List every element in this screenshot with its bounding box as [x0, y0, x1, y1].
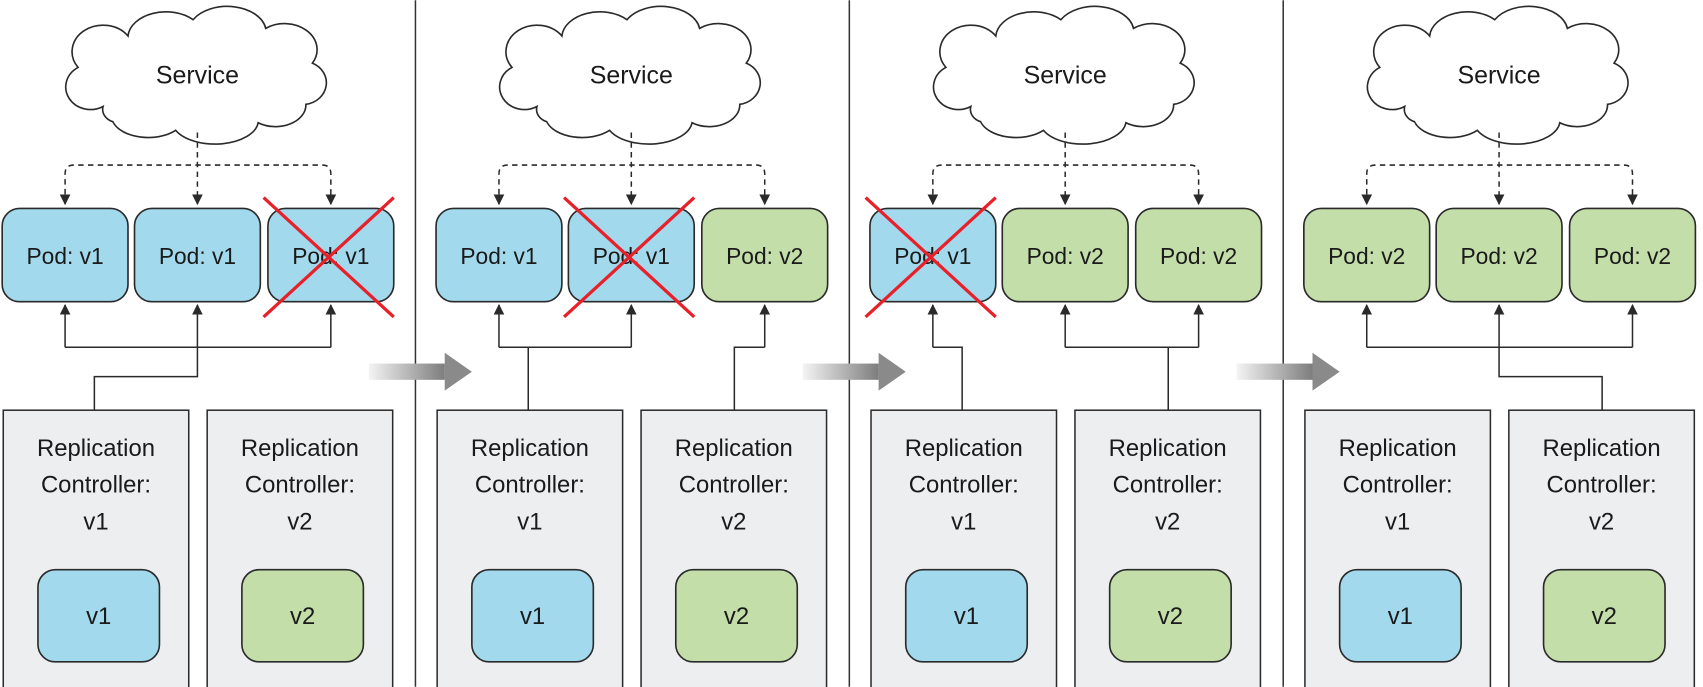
controller-title-line: v2 [721, 509, 746, 536]
pod: Pod: v2 [1001, 207, 1129, 303]
controller-link [1361, 303, 1638, 411]
controller-title-line: v2 [287, 509, 312, 536]
pod: Pod: v2 [700, 207, 829, 303]
link-line [733, 346, 765, 411]
controller-title-line: Replication [1543, 435, 1661, 462]
service-cloud: Service [498, 5, 762, 145]
controller-link [59, 303, 337, 411]
transition-arrow-head [878, 352, 906, 391]
controller-title-line: Replication [675, 435, 793, 462]
pod: Pod: v1 [133, 207, 262, 303]
controller-title-line: Controller: [909, 472, 1019, 499]
transition-arrow-shaft [1236, 363, 1313, 380]
panel-3: Service Pod: v1 Pod: v2 Pod: v2 Replication C… [802, 0, 1263, 687]
pod-template-label: v1 [1388, 603, 1413, 630]
pod-template-label: v2 [1592, 603, 1617, 630]
pod: Pod: v2 [1134, 207, 1263, 303]
transition-arrow-head [1312, 352, 1340, 391]
pod-label: Pod: v2 [1328, 243, 1405, 269]
pod-label: Pod: v1 [159, 243, 236, 269]
replication-controller-v1: Replication Controller: v1 v1 [2, 409, 190, 687]
service-cloud: Service [64, 5, 328, 145]
controller-title-line: Controller: [245, 472, 355, 499]
controller-title-line: v1 [951, 509, 976, 536]
service-label: Service [156, 62, 239, 90]
transition-arrow-icon [802, 352, 906, 391]
rolling-update-diagram: Service Pod: v1 Pod: v1 Pod: v1 Replication C… [1, 0, 1697, 687]
pod-label: Pod: v2 [1160, 243, 1237, 269]
controller-title-line: Controller: [475, 472, 585, 499]
controller-title-line: Controller: [1547, 472, 1657, 499]
pod-label: Pod: v2 [1594, 243, 1671, 269]
panel-1: Service Pod: v1 Pod: v1 Pod: v1 Replication C… [1, 5, 395, 687]
controller-title-line: Replication [1109, 435, 1227, 462]
panel-4: Service Pod: v2 Pod: v2 Pod: v2 Replication C… [1236, 0, 1697, 687]
service-label: Service [590, 62, 673, 90]
link-line [932, 346, 963, 411]
replication-controller-v1: Replication Controller: v1 v1 [1304, 409, 1492, 687]
replication-controller-v1: Replication Controller: v1 v1 [436, 409, 624, 687]
controller-link [927, 303, 963, 411]
controller-title-line: Replication [1339, 435, 1457, 462]
service-cloud: Service [932, 5, 1195, 145]
transition-arrow-shaft [368, 363, 445, 380]
pod-label: Pod: v2 [1460, 243, 1537, 269]
controller-title-line: v2 [1589, 509, 1614, 536]
controller-title-line: v1 [1385, 509, 1410, 536]
transition-arrow-head [444, 352, 472, 391]
pod-label: Pod: v2 [726, 243, 803, 269]
pod: Pod: v2 [1568, 207, 1697, 303]
pod-template-label: v1 [954, 603, 979, 630]
pod-label: Pod: v2 [1027, 243, 1104, 269]
service-routing [927, 132, 1204, 206]
service-routing [1361, 132, 1638, 206]
pod-template-label: v2 [724, 603, 749, 630]
controller-title-line: Controller: [41, 472, 151, 499]
pod-template-label: v1 [86, 603, 111, 630]
controller-link [493, 303, 637, 411]
controller-title-line: Controller: [1113, 472, 1223, 499]
controller-link [1059, 303, 1204, 411]
replication-controller-v2: Replication Controller: v2 v2 [206, 409, 394, 687]
service-routing [59, 132, 337, 206]
controller-title-line: v2 [1155, 509, 1180, 536]
replication-controller-v2: Replication Controller: v2 v2 [640, 409, 828, 687]
service-routing [493, 132, 771, 206]
transition-arrow-shaft [802, 363, 879, 380]
pod: Pod: v2 [1435, 207, 1563, 303]
controller-title-line: Controller: [1343, 472, 1453, 499]
controller-title-line: Replication [471, 435, 589, 462]
pod: Pod: v1 [435, 207, 563, 303]
service-label: Service [1024, 62, 1107, 90]
pod-label: Pod: v1 [26, 243, 103, 269]
controller-title-line: v1 [83, 509, 108, 536]
pod: Pod: v1 [262, 196, 395, 319]
pod: Pod: v1 [864, 196, 997, 319]
transition-arrow-icon [368, 352, 472, 391]
service-cloud: Service [1366, 5, 1629, 145]
pod-label: Pod: v1 [460, 243, 537, 269]
diagram-root: Service Pod: v1 Pod: v1 Pod: v1 Replication C… [1, 0, 1697, 687]
controller-title-line: Controller: [679, 472, 789, 499]
replication-controller-v1: Replication Controller: v1 v1 [870, 409, 1058, 687]
pod-template-label: v2 [290, 603, 315, 630]
controller-title-line: Replication [241, 435, 359, 462]
panel-2: Service Pod: v1 Pod: v1 Pod: v2 Replication C… [368, 0, 829, 687]
pod: Pod: v1 [1, 207, 129, 303]
controller-title-line: v1 [517, 509, 542, 536]
pod: Pod: v1 [562, 196, 696, 319]
transition-arrow-icon [1236, 352, 1340, 391]
pod: Pod: v2 [1303, 207, 1431, 303]
controller-link [733, 303, 771, 411]
controller-title-line: Replication [905, 435, 1023, 462]
link-line [1498, 347, 1603, 411]
replication-controller-v2: Replication Controller: v2 v2 [1074, 409, 1262, 687]
pod-template-label: v1 [520, 603, 545, 630]
link-line [93, 347, 199, 411]
controller-title-line: Replication [37, 435, 155, 462]
pod-template-label: v2 [1158, 603, 1183, 630]
replication-controller-v2: Replication Controller: v2 v2 [1508, 409, 1696, 687]
service-label: Service [1457, 62, 1540, 90]
